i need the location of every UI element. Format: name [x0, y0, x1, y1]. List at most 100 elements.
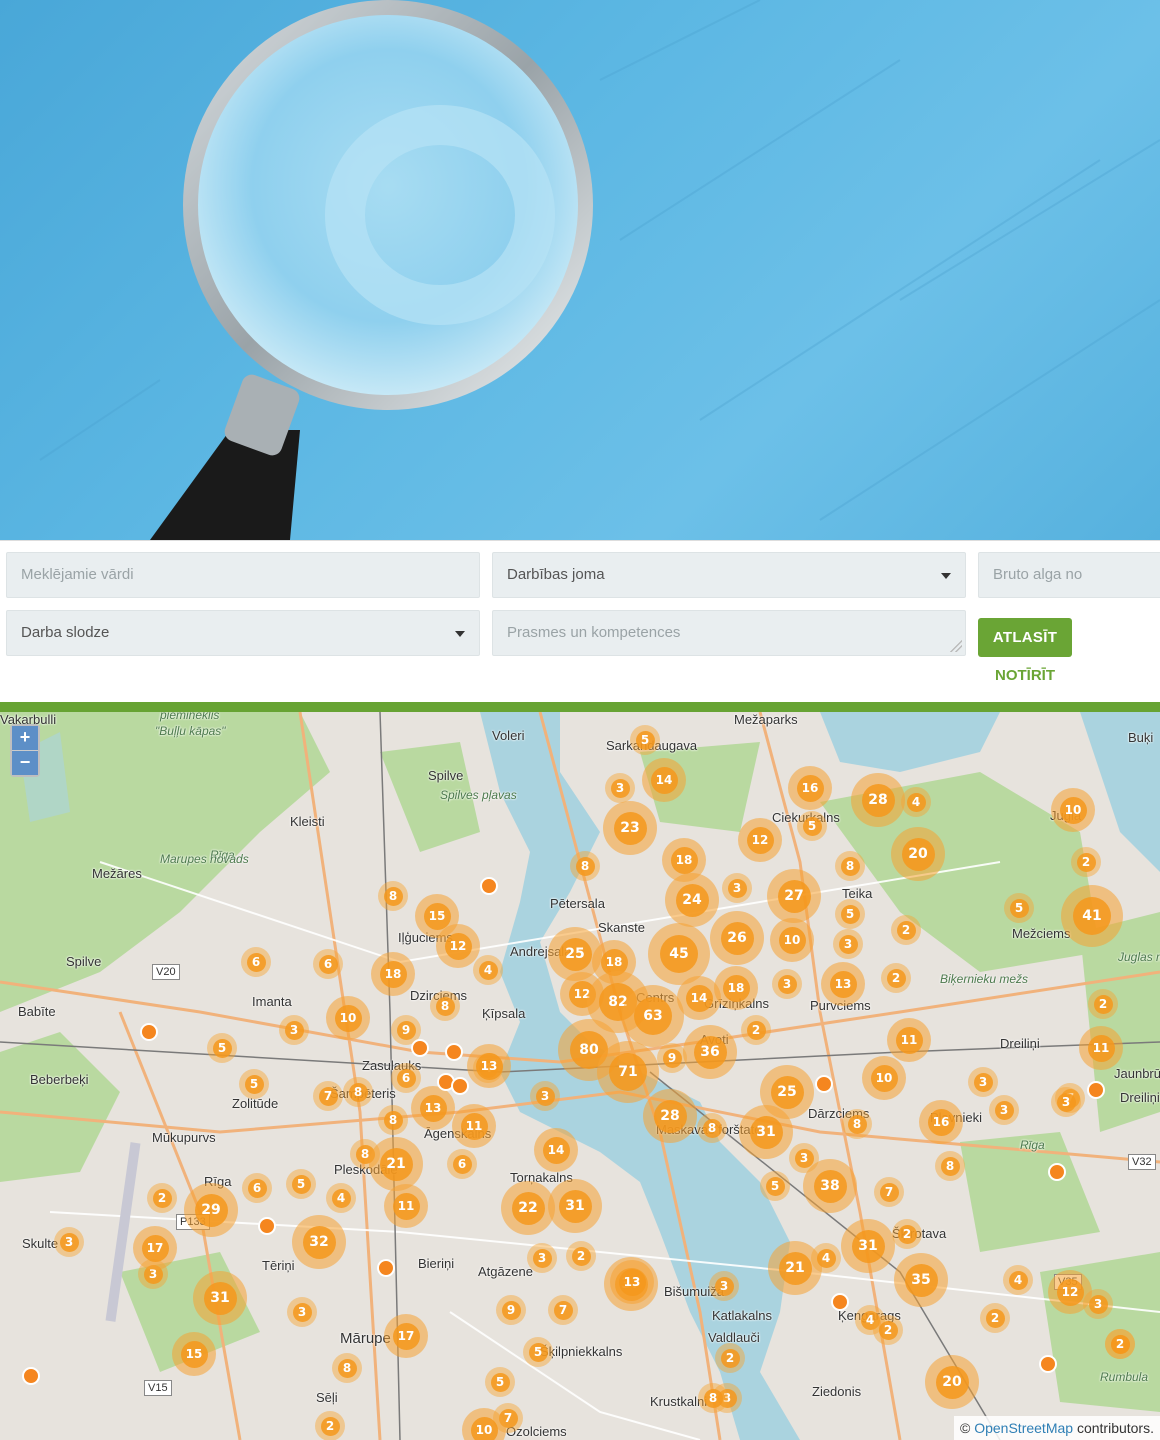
- job-pin-marker[interactable]: [815, 1075, 833, 1093]
- job-cluster-marker[interactable]: 2: [873, 1315, 903, 1345]
- job-cluster-marker[interactable]: 7: [548, 1295, 578, 1325]
- job-cluster-marker[interactable]: 8: [430, 991, 460, 1021]
- job-cluster-marker[interactable]: 63: [622, 985, 684, 1047]
- job-cluster-marker[interactable]: 16: [788, 766, 832, 810]
- job-cluster-marker[interactable]: 10: [770, 918, 814, 962]
- job-cluster-marker[interactable]: 10: [1051, 788, 1095, 832]
- keywords-input[interactable]: Meklējamie vārdi: [6, 552, 480, 598]
- job-cluster-marker[interactable]: 3: [527, 1243, 557, 1273]
- job-cluster-marker[interactable]: 8: [378, 1105, 408, 1135]
- job-pin-marker[interactable]: [258, 1217, 276, 1235]
- job-pin-marker[interactable]: [411, 1039, 429, 1057]
- job-cluster-marker[interactable]: 2: [1105, 1329, 1135, 1359]
- job-pin-marker[interactable]: [377, 1259, 395, 1277]
- job-pin-marker[interactable]: [480, 877, 498, 895]
- job-cluster-marker[interactable]: 13: [411, 1086, 455, 1130]
- job-cluster-marker[interactable]: 10: [326, 996, 370, 1040]
- job-cluster-marker[interactable]: 3: [605, 773, 635, 803]
- job-map[interactable]: Vakarbulli piemineklis "Buļļu kāpas" Voleri…: [0, 712, 1160, 1440]
- job-cluster-marker[interactable]: 13: [610, 1260, 654, 1304]
- job-cluster-marker[interactable]: 3: [722, 873, 752, 903]
- clear-button[interactable]: NOTĪRĪT: [978, 665, 1072, 687]
- job-cluster-marker[interactable]: 32: [292, 1215, 346, 1269]
- job-cluster-marker[interactable]: 13: [821, 962, 865, 1006]
- workload-select[interactable]: Darba slodze: [6, 610, 480, 656]
- job-cluster-marker[interactable]: 4: [1003, 1265, 1033, 1295]
- job-cluster-marker[interactable]: 5: [286, 1169, 316, 1199]
- job-cluster-marker[interactable]: 5: [835, 899, 865, 929]
- job-cluster-marker[interactable]: 11: [384, 1184, 428, 1228]
- job-cluster-marker[interactable]: 20: [925, 1355, 979, 1409]
- job-cluster-marker[interactable]: 5: [1004, 893, 1034, 923]
- job-cluster-marker[interactable]: 5: [797, 811, 827, 841]
- job-cluster-marker[interactable]: 12: [436, 924, 480, 968]
- job-cluster-marker[interactable]: 2: [1088, 989, 1118, 1019]
- job-cluster-marker[interactable]: 8: [378, 881, 408, 911]
- job-cluster-marker[interactable]: 11: [1079, 1026, 1123, 1070]
- job-cluster-marker[interactable]: 35: [894, 1253, 948, 1307]
- job-cluster-marker[interactable]: 4: [326, 1183, 356, 1213]
- job-cluster-marker[interactable]: 4: [811, 1243, 841, 1273]
- job-cluster-marker[interactable]: 4: [901, 787, 931, 817]
- job-cluster-marker[interactable]: 28: [643, 1089, 697, 1143]
- job-cluster-marker[interactable]: 21: [369, 1137, 423, 1191]
- openstreetmap-link[interactable]: OpenStreetMap: [974, 1420, 1073, 1436]
- job-cluster-marker[interactable]: 36: [683, 1025, 737, 1079]
- job-cluster-marker[interactable]: 2: [315, 1411, 345, 1440]
- job-cluster-marker[interactable]: 3: [54, 1227, 84, 1257]
- job-pin-marker[interactable]: [1087, 1081, 1105, 1099]
- job-cluster-marker[interactable]: 8: [343, 1077, 373, 1107]
- job-cluster-marker[interactable]: 3: [279, 1015, 309, 1045]
- job-cluster-marker[interactable]: 5: [207, 1033, 237, 1063]
- job-cluster-marker[interactable]: 8: [570, 851, 600, 881]
- job-cluster-marker[interactable]: 18: [371, 952, 415, 996]
- job-pin-marker[interactable]: [1039, 1355, 1057, 1373]
- job-cluster-marker[interactable]: 3: [833, 929, 863, 959]
- job-cluster-marker[interactable]: 17: [133, 1226, 177, 1270]
- job-cluster-marker[interactable]: 3: [1051, 1087, 1081, 1117]
- job-pin-marker[interactable]: [451, 1077, 469, 1095]
- job-cluster-marker[interactable]: 5: [523, 1337, 553, 1367]
- job-cluster-marker[interactable]: 71: [597, 1041, 659, 1103]
- job-cluster-marker[interactable]: 6: [241, 947, 271, 977]
- job-cluster-marker[interactable]: 7: [313, 1081, 343, 1111]
- job-pin-marker[interactable]: [445, 1043, 463, 1061]
- zoom-out-button[interactable]: −: [12, 751, 38, 775]
- job-cluster-marker[interactable]: 3: [989, 1095, 1019, 1125]
- job-cluster-marker[interactable]: 31: [193, 1271, 247, 1325]
- job-cluster-marker[interactable]: 24: [665, 873, 719, 927]
- job-cluster-marker[interactable]: 8: [935, 1151, 965, 1181]
- job-cluster-marker[interactable]: 2: [980, 1303, 1010, 1333]
- job-cluster-marker[interactable]: 8: [698, 1383, 728, 1413]
- job-cluster-marker[interactable]: 2: [741, 1015, 771, 1045]
- job-cluster-marker[interactable]: 3: [287, 1297, 317, 1327]
- job-cluster-marker[interactable]: 41: [1061, 885, 1123, 947]
- job-cluster-marker[interactable]: 4: [473, 955, 503, 985]
- job-cluster-marker[interactable]: 13: [467, 1044, 511, 1088]
- job-pin-marker[interactable]: [831, 1293, 849, 1311]
- job-cluster-marker[interactable]: 29: [184, 1183, 238, 1237]
- job-cluster-marker[interactable]: 23: [603, 801, 657, 855]
- job-cluster-marker[interactable]: 31: [739, 1105, 793, 1159]
- job-cluster-marker[interactable]: 3: [530, 1081, 560, 1111]
- zoom-in-button[interactable]: +: [12, 726, 38, 751]
- job-cluster-marker[interactable]: 14: [642, 758, 686, 802]
- job-cluster-marker[interactable]: 11: [887, 1018, 931, 1062]
- field-of-activity-select[interactable]: Darbības joma: [492, 552, 966, 598]
- job-cluster-marker[interactable]: 6: [313, 949, 343, 979]
- job-cluster-marker[interactable]: 8: [697, 1113, 727, 1143]
- job-cluster-marker[interactable]: 6: [242, 1173, 272, 1203]
- job-cluster-marker[interactable]: 16: [919, 1100, 963, 1144]
- job-cluster-marker[interactable]: 2: [147, 1183, 177, 1213]
- job-cluster-marker[interactable]: 6: [391, 1063, 421, 1093]
- job-cluster-marker[interactable]: 31: [548, 1179, 602, 1233]
- job-pin-marker[interactable]: [22, 1367, 40, 1385]
- job-cluster-marker[interactable]: 11: [452, 1104, 496, 1148]
- job-cluster-marker[interactable]: 38: [803, 1159, 857, 1213]
- filter-button[interactable]: ATLASĪT: [978, 618, 1072, 657]
- job-cluster-marker[interactable]: 26: [710, 911, 764, 965]
- job-cluster-marker[interactable]: 31: [841, 1219, 895, 1273]
- job-cluster-marker[interactable]: 28: [851, 773, 905, 827]
- job-cluster-marker[interactable]: 2: [566, 1241, 596, 1271]
- job-pin-marker[interactable]: [140, 1023, 158, 1041]
